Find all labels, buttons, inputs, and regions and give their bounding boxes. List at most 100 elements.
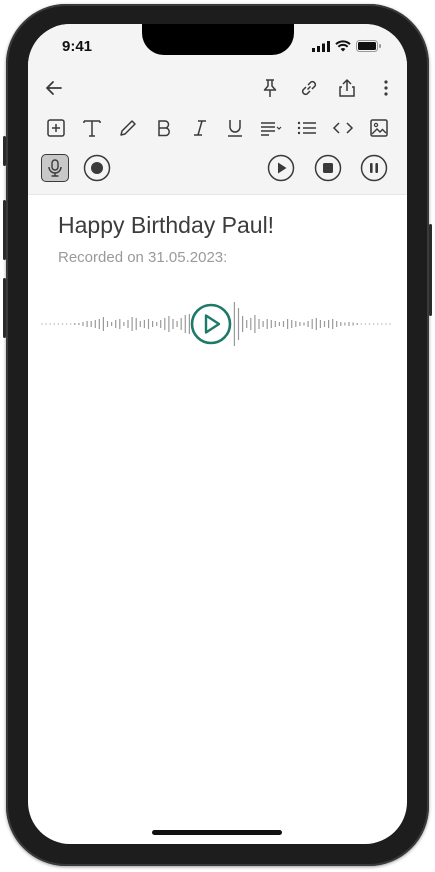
link-icon[interactable] — [296, 75, 322, 101]
waveform-bar — [74, 323, 76, 325]
waveform-play-button[interactable] — [190, 303, 232, 345]
waveform-bar — [373, 323, 375, 325]
silent-switch — [3, 136, 6, 166]
signal-icon — [312, 40, 330, 52]
waveform-bar — [254, 315, 256, 333]
code-icon[interactable] — [330, 115, 356, 141]
waveform-bar — [315, 318, 317, 330]
waveform-bar — [311, 319, 313, 329]
align-icon[interactable] — [258, 115, 284, 141]
pause-icon[interactable] — [360, 154, 388, 182]
waveform-bar — [131, 317, 133, 331]
italic-icon[interactable] — [187, 115, 213, 141]
waveform-bar — [82, 322, 84, 326]
waveform-bar — [106, 321, 109, 327]
waveform-bar — [266, 319, 268, 329]
waveform-bar — [381, 323, 383, 325]
recorded-date-label: Recorded on 31.05.2023: — [58, 249, 228, 266]
waveform-bar — [262, 321, 264, 327]
waveform-bar — [246, 320, 248, 328]
bold-icon[interactable] — [151, 115, 177, 141]
waveform-bar — [66, 323, 68, 325]
waveform-bar — [237, 308, 240, 340]
waveform-bar — [176, 321, 178, 327]
waveform-bar — [323, 321, 326, 327]
waveform-bar — [90, 321, 92, 327]
share-icon[interactable] — [334, 75, 360, 101]
waveform-bar — [336, 321, 338, 327]
waveform-bar — [299, 322, 301, 326]
waveform-bar — [233, 302, 235, 346]
image-icon[interactable] — [366, 115, 392, 141]
power-button — [429, 224, 432, 316]
waveform-bar — [291, 320, 293, 328]
stop-icon[interactable] — [314, 154, 342, 182]
waveform-bar — [53, 323, 55, 325]
waveform-bar — [98, 319, 100, 329]
volume-up-button — [3, 200, 6, 260]
home-indicator — [152, 830, 282, 835]
record-icon[interactable] — [83, 154, 111, 182]
waveform-bar — [242, 316, 244, 332]
waveform-bar — [102, 317, 104, 331]
waveform-bar — [184, 315, 186, 333]
add-block-icon[interactable] — [43, 115, 69, 141]
waveform-bar — [70, 323, 72, 325]
waveform-bar — [389, 323, 391, 325]
waveform-bar — [57, 323, 59, 325]
waveform-bar — [250, 318, 252, 330]
pencil-icon[interactable] — [115, 115, 141, 141]
waveform-bar — [180, 318, 182, 330]
waveform-bar — [360, 323, 362, 325]
waveform-bar — [258, 319, 260, 329]
waveform-bar — [332, 319, 334, 329]
waveform-bar — [164, 318, 166, 330]
waveform-bar — [41, 323, 43, 325]
waveform-bar — [188, 314, 190, 334]
waveform-bar — [111, 322, 113, 326]
volume-down-button — [3, 278, 6, 338]
waveform-bar — [385, 323, 387, 325]
waveform-bar — [352, 322, 354, 326]
waveform-bar — [172, 319, 174, 329]
waveform-bar — [45, 323, 47, 325]
note-title[interactable]: Happy Birthday Paul! — [58, 212, 274, 239]
waveform-bar — [127, 320, 129, 328]
waveform-bar — [307, 321, 309, 327]
underline-icon[interactable] — [222, 115, 248, 141]
waveform-bar — [160, 320, 162, 328]
waveform-bar — [340, 322, 342, 326]
text-icon[interactable] — [79, 115, 105, 141]
waveform-bar — [348, 322, 350, 326]
waveform-bar — [282, 321, 285, 327]
play-icon[interactable] — [267, 154, 295, 182]
microphone-icon[interactable] — [41, 154, 69, 182]
notch — [142, 24, 294, 55]
waveform-bar — [377, 323, 379, 325]
waveform-bar — [143, 320, 145, 328]
audio-waveform[interactable] — [40, 294, 392, 354]
waveform-bar — [278, 322, 280, 326]
waveform-bar — [78, 323, 80, 325]
waveform-bar — [295, 321, 297, 327]
waveform-bar — [274, 321, 276, 327]
waveform-bar — [152, 321, 154, 327]
waveform-bar — [303, 322, 305, 326]
waveform-bar — [368, 323, 371, 325]
waveform-bar — [344, 322, 346, 326]
status-time: 9:41 — [62, 38, 93, 55]
status-icons — [312, 40, 381, 52]
pin-icon[interactable] — [257, 75, 283, 101]
waveform-bar — [49, 323, 51, 325]
more-vertical-icon[interactable] — [373, 75, 399, 101]
waveform-bar — [270, 320, 272, 328]
battery-icon — [356, 40, 381, 52]
waveform-bar — [356, 323, 358, 325]
back-arrow-icon[interactable] — [41, 75, 67, 101]
screen: 9:41 Happy Birthday Paul! Recorded on 31… — [28, 24, 407, 844]
waveform-bar — [168, 316, 170, 332]
list-icon[interactable] — [294, 115, 320, 141]
waveform-bar — [364, 323, 366, 325]
waveform-bar — [328, 320, 330, 328]
waveform-bar — [319, 320, 321, 328]
